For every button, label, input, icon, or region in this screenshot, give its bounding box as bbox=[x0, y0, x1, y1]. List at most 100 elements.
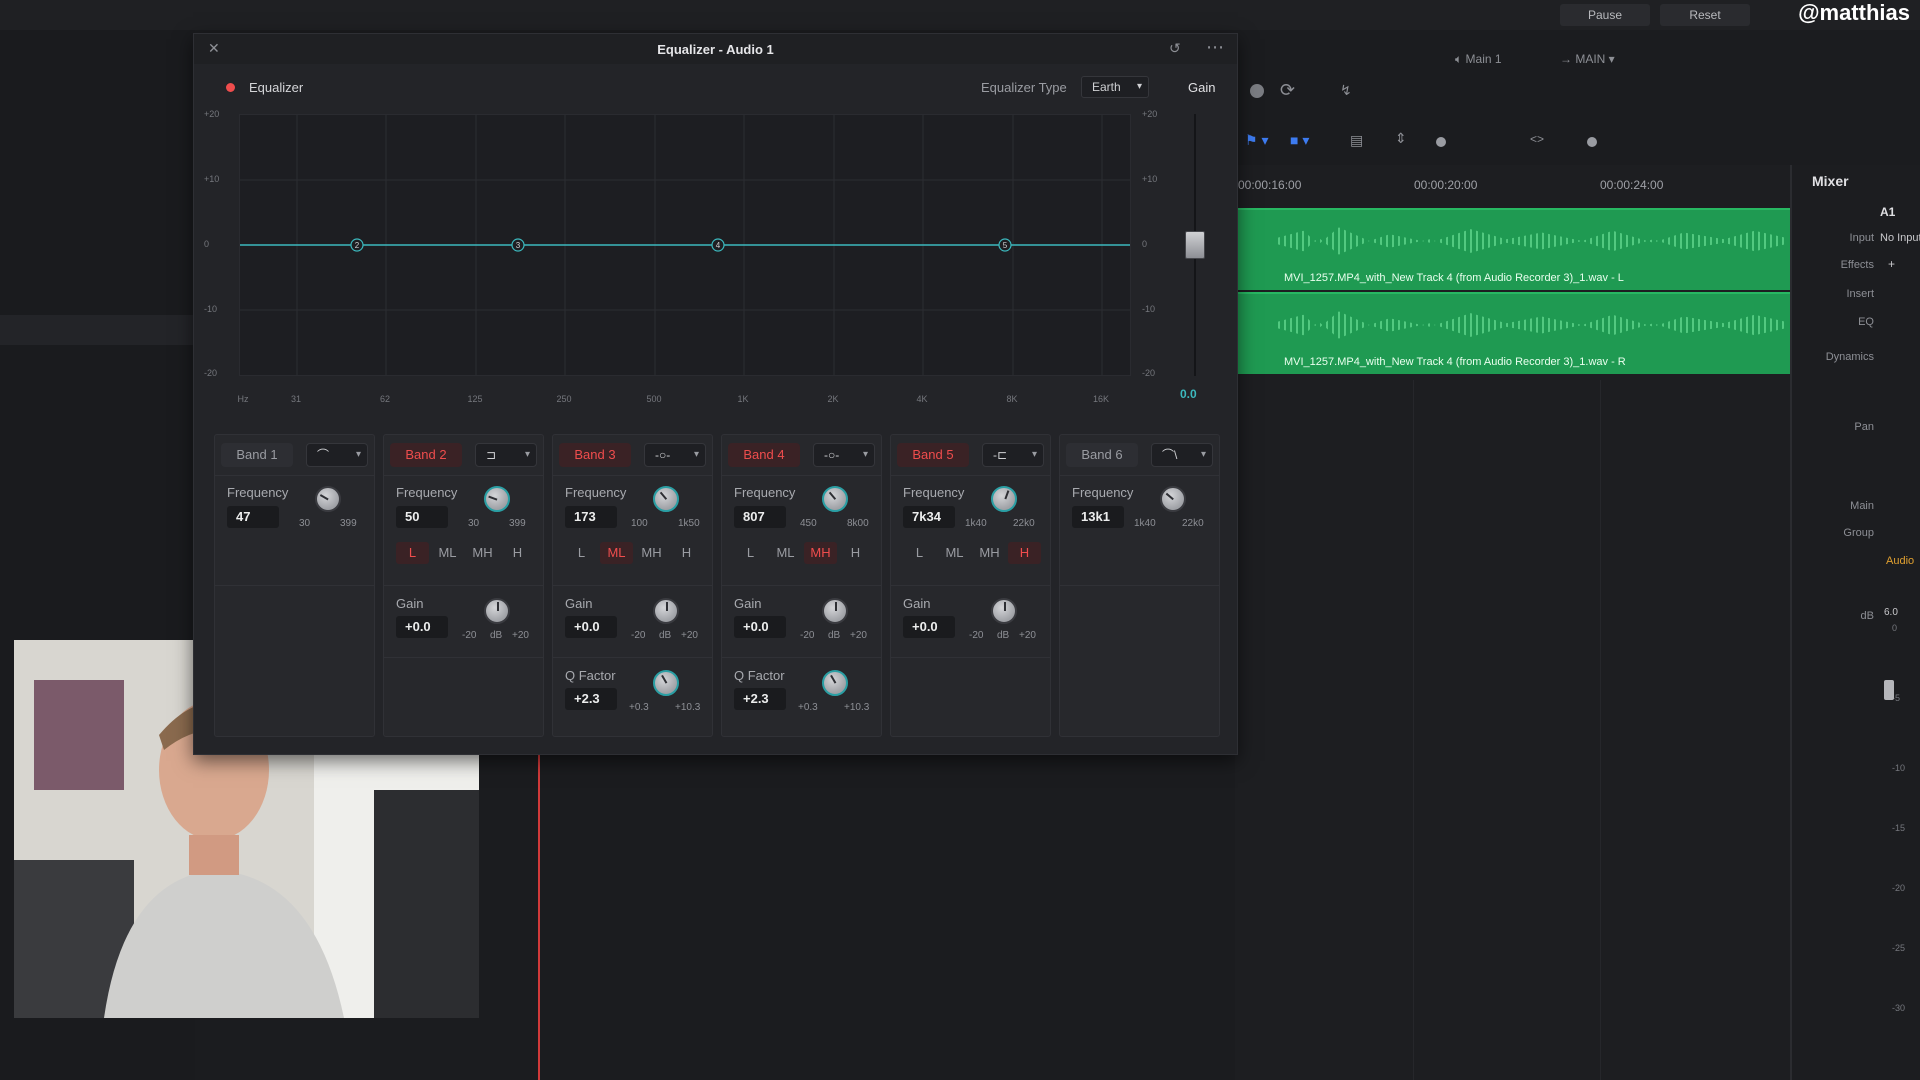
mixer-fader[interactable] bbox=[1884, 680, 1894, 700]
range-h-button[interactable]: H bbox=[501, 542, 534, 564]
marker-flag-icon[interactable]: ⚑ ▾ bbox=[1245, 132, 1268, 149]
window-titlebar[interactable]: ✕ Equalizer - Audio 1 ↺ ⋯ bbox=[194, 34, 1237, 64]
band-node[interactable]: 2 bbox=[350, 238, 364, 252]
zoom-icon[interactable]: ⇕ bbox=[1395, 130, 1407, 147]
frequency-label: Frequency bbox=[565, 485, 627, 500]
band-node[interactable]: 5 bbox=[998, 238, 1012, 252]
range-h-button[interactable]: H bbox=[839, 542, 872, 564]
q-factor-value[interactable]: +2.3 bbox=[565, 688, 617, 710]
frequency-knob[interactable] bbox=[1160, 486, 1186, 512]
frequency-knob[interactable] bbox=[822, 486, 848, 512]
band-1-toggle[interactable]: Band 1 bbox=[221, 443, 293, 467]
reset-icon[interactable]: ↺ bbox=[1169, 40, 1181, 57]
gain-knob[interactable] bbox=[991, 598, 1017, 624]
gain-label: Gain bbox=[734, 596, 762, 611]
add-effect-icon[interactable]: + bbox=[1888, 257, 1895, 271]
band-header: Band 5 -⊏ ▾ bbox=[897, 443, 1044, 467]
band-node[interactable]: 3 bbox=[511, 238, 525, 252]
q-factor-value[interactable]: +2.3 bbox=[734, 688, 786, 710]
frequency-value[interactable]: 47 bbox=[227, 506, 279, 528]
q-factor-knob[interactable] bbox=[822, 670, 848, 696]
more-options-icon[interactable]: ⋯ bbox=[1206, 37, 1224, 58]
range-l-button[interactable]: L bbox=[903, 542, 936, 564]
gain-section: Gain +0.0 -20 dB +20 bbox=[384, 585, 543, 657]
band-5-toggle[interactable]: Band 5 bbox=[897, 443, 969, 467]
q-factor-knob[interactable] bbox=[653, 670, 679, 696]
zoom-slider-handle[interactable] bbox=[1436, 137, 1446, 147]
range-unit: dB bbox=[828, 630, 841, 641]
eq-graph-svg[interactable]: 2 3 4 5 bbox=[240, 115, 1130, 375]
freq-tick: 250 bbox=[556, 394, 572, 404]
frequency-value[interactable]: 13k1 bbox=[1072, 506, 1124, 528]
band-3-toggle[interactable]: Band 3 bbox=[559, 443, 631, 467]
band-shape-select[interactable]: ⊐ ▾ bbox=[475, 443, 537, 467]
band-range-selector[interactable]: L ML MH H bbox=[903, 542, 1043, 564]
record-icon[interactable] bbox=[1250, 84, 1264, 98]
gain-value[interactable]: +0.0 bbox=[734, 616, 786, 638]
range-mh-button[interactable]: MH bbox=[635, 542, 668, 564]
frequency-knob[interactable] bbox=[991, 486, 1017, 512]
band-range-selector[interactable]: L ML MH H bbox=[396, 542, 536, 564]
gain-value[interactable]: +0.0 bbox=[396, 616, 448, 638]
mixer-input-value[interactable]: No Input bbox=[1880, 232, 1920, 244]
gain-value[interactable]: +0.0 bbox=[565, 616, 617, 638]
q-factor-section: Q Factor +2.3 +0.3 +10.3 bbox=[553, 657, 712, 735]
reset-button[interactable]: Reset bbox=[1660, 4, 1750, 26]
band-2-toggle[interactable]: Band 2 bbox=[390, 443, 462, 467]
node-label: 2 bbox=[355, 241, 360, 250]
gain-fader[interactable]: 0.0 bbox=[1174, 114, 1218, 414]
frequency-value[interactable]: 7k34 bbox=[903, 506, 955, 528]
timeline-slider-handle[interactable] bbox=[1587, 137, 1597, 147]
loop-icon[interactable]: ⟳ bbox=[1280, 80, 1295, 101]
frequency-value[interactable]: 50 bbox=[396, 506, 448, 528]
automation-icon[interactable]: ↯ bbox=[1340, 82, 1352, 99]
gain-knob[interactable] bbox=[822, 598, 848, 624]
eq-enable-toggle[interactable] bbox=[226, 83, 235, 92]
range-max: 399 bbox=[340, 518, 357, 529]
gain-knob[interactable] bbox=[484, 598, 510, 624]
audio-clip-left[interactable]: MVI_1257.MP4_with_New Track 4 (from Audi… bbox=[1238, 208, 1790, 290]
main-output-select[interactable]: → MAIN ▾ bbox=[1560, 52, 1615, 66]
range-l-button[interactable]: L bbox=[734, 542, 767, 564]
range-mh-button[interactable]: MH bbox=[973, 542, 1006, 564]
flag-icon[interactable]: ■ ▾ bbox=[1290, 132, 1309, 149]
band-shape-select[interactable]: -○- ▾ bbox=[813, 443, 875, 467]
code-icon[interactable]: <> bbox=[1530, 132, 1544, 146]
fader-handle[interactable] bbox=[1185, 231, 1205, 259]
band-shape-select[interactable]: -○- ▾ bbox=[644, 443, 706, 467]
pause-button[interactable]: Pause bbox=[1560, 4, 1650, 26]
range-l-button[interactable]: L bbox=[396, 542, 429, 564]
frequency-knob[interactable] bbox=[653, 486, 679, 512]
band-4-toggle[interactable]: Band 4 bbox=[728, 443, 800, 467]
band-shape-select[interactable]: ⌒\ ▾ bbox=[1151, 443, 1213, 467]
audio-clip-right[interactable]: MVI_1257.MP4_with_New Track 4 (from Audi… bbox=[1238, 292, 1790, 374]
frequency-value[interactable]: 807 bbox=[734, 506, 786, 528]
band-node[interactable]: 4 bbox=[711, 238, 725, 252]
range-h-button[interactable]: H bbox=[1008, 542, 1041, 564]
range-ml-button[interactable]: ML bbox=[769, 542, 802, 564]
frequency-value[interactable]: 173 bbox=[565, 506, 617, 528]
range-ml-button[interactable]: ML bbox=[938, 542, 971, 564]
range-mh-button[interactable]: MH bbox=[804, 542, 837, 564]
band-shape-select[interactable]: ⌒ ▾ bbox=[306, 443, 368, 467]
range-ml-button[interactable]: ML bbox=[600, 542, 633, 564]
range-l-button[interactable]: L bbox=[565, 542, 598, 564]
gain-value[interactable]: +0.0 bbox=[903, 616, 955, 638]
band-shape-select[interactable]: -⊏ ▾ bbox=[982, 443, 1044, 467]
frequency-knob[interactable] bbox=[484, 486, 510, 512]
band-range-selector[interactable]: L ML MH H bbox=[734, 542, 874, 564]
range-min: 100 bbox=[631, 518, 648, 529]
range-min: -20 bbox=[631, 630, 646, 641]
band-range-selector[interactable]: L ML MH H bbox=[565, 542, 705, 564]
eq-curve-graph[interactable]: 2 3 4 5 bbox=[239, 114, 1131, 376]
range-mh-button[interactable]: MH bbox=[466, 542, 499, 564]
frequency-knob[interactable] bbox=[315, 486, 341, 512]
range-ml-button[interactable]: ML bbox=[431, 542, 464, 564]
mixer-panel: Mixer A1 Input No Input Effects + Insert… bbox=[1790, 165, 1920, 1080]
playhead[interactable] bbox=[538, 755, 540, 1080]
track-height-icon[interactable]: ▤ bbox=[1350, 132, 1363, 149]
band-6-toggle[interactable]: Band 6 bbox=[1066, 443, 1138, 467]
eq-type-select[interactable]: Earth ▾ bbox=[1081, 76, 1149, 98]
gain-knob[interactable] bbox=[653, 598, 679, 624]
range-h-button[interactable]: H bbox=[670, 542, 703, 564]
